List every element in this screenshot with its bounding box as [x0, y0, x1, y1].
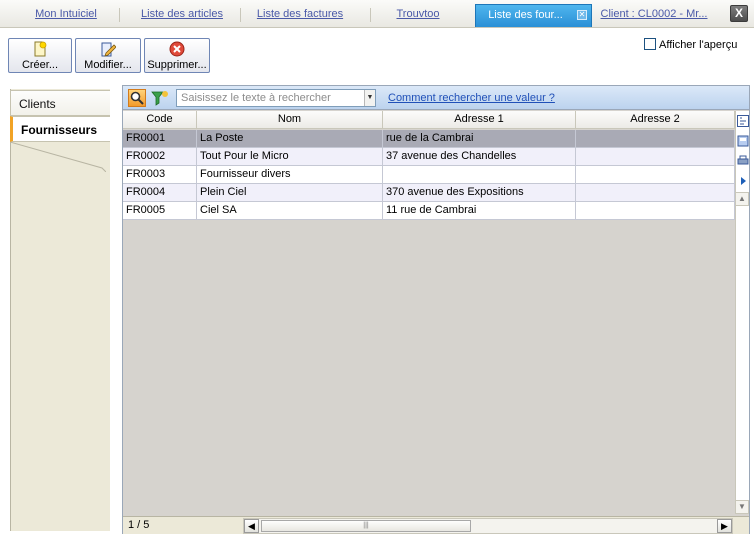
column-header-adresse1[interactable]: Adresse 1 — [383, 111, 576, 129]
cell-code: FR0001 — [123, 130, 197, 148]
delete-label: Supprimer... — [147, 59, 207, 71]
scroll-thumb[interactable]: ||| — [261, 520, 471, 532]
filter-icon[interactable] — [151, 89, 169, 107]
search-input[interactable] — [176, 89, 376, 107]
new-document-icon — [34, 41, 47, 57]
tab-liste-des-fournisseurs[interactable]: Liste des four... ✕ — [475, 4, 592, 27]
cell-nom: La Poste — [197, 130, 383, 148]
cell-code: FR0004 — [123, 184, 197, 202]
modify-label: Modifier... — [84, 59, 132, 71]
tab-trouvtoo[interactable]: Trouvtoo — [388, 5, 448, 26]
suppliers-grid: ▼ Comment rechercher une valeur ? Code N… — [122, 85, 750, 534]
cell-code: FR0002 — [123, 148, 197, 166]
cell-nom: Fournisseur divers — [197, 166, 383, 184]
tab-strip: Mon Intuiciel Liste des articles Liste d… — [0, 0, 754, 28]
scroll-left-button[interactable]: ◀ — [244, 519, 259, 533]
table-row[interactable]: FR0005 Ciel SA 11 rue de Cambrai — [123, 202, 735, 220]
cell-adresse1: 11 rue de Cambrai — [383, 202, 576, 220]
search-help-link[interactable]: Comment rechercher une valeur ? — [388, 92, 555, 104]
tab-separator — [119, 8, 120, 22]
show-preview-label: Afficher l'aperçu — [659, 39, 738, 51]
record-counter: 1 / 5 — [128, 519, 150, 531]
export-icon[interactable] — [737, 135, 749, 147]
grid-status-bar: 1 / 5 ◀ ||| ▶ — [123, 516, 749, 534]
cell-nom: Tout Pour le Micro — [197, 148, 383, 166]
cell-adresse1: 370 avenue des Expositions — [383, 184, 576, 202]
window-close-button[interactable]: X — [730, 5, 748, 22]
side-tab-clients[interactable]: Clients — [10, 90, 110, 116]
modify-button[interactable]: Modifier... — [75, 38, 141, 73]
cell-adresse1: 37 avenue des Chandelles — [383, 148, 576, 166]
cell-adresse1: rue de la Cambrai — [383, 130, 576, 148]
column-header-adresse2[interactable]: Adresse 2 — [576, 111, 735, 129]
search-dropdown-arrow-icon[interactable]: ▼ — [364, 90, 375, 106]
cell-code: FR0005 — [123, 202, 197, 220]
column-header-code[interactable]: Code — [123, 111, 197, 129]
cell-adresse2 — [576, 130, 735, 148]
cell-adresse2 — [576, 202, 735, 220]
cell-adresse1 — [383, 166, 576, 184]
arrow-right-icon[interactable] — [737, 175, 749, 187]
table-row[interactable]: FR0002 Tout Pour le Micro 37 avenue des … — [123, 148, 735, 166]
show-preview-checkbox[interactable]: Afficher l'aperçu — [644, 38, 737, 51]
cell-code: FR0003 — [123, 166, 197, 184]
cell-adresse2 — [576, 184, 735, 202]
edit-document-icon — [101, 42, 116, 57]
tab-mon-intuiciel[interactable]: Mon Intuiciel — [28, 5, 104, 26]
column-settings-icon[interactable] — [737, 115, 749, 127]
tab-separator — [370, 8, 371, 22]
tab-liste-des-factures[interactable]: Liste des factures — [250, 5, 350, 26]
print-icon[interactable] — [737, 155, 749, 167]
create-label: Créer... — [21, 59, 59, 71]
cell-nom: Plein Ciel — [197, 184, 383, 202]
tab-label: Liste des four... — [488, 9, 563, 21]
tab-liste-des-articles[interactable]: Liste des articles — [133, 5, 231, 26]
tab-client-cl0002[interactable]: Client : CL0002 - Mr... — [596, 5, 712, 26]
table-row[interactable]: FR0003 Fournisseur divers — [123, 166, 735, 184]
scroll-up-button[interactable]: ▲ — [735, 192, 749, 206]
cell-nom: Ciel SA — [197, 202, 383, 220]
side-tab-fournisseurs[interactable]: Fournisseurs — [10, 116, 110, 142]
delete-icon — [169, 41, 185, 57]
create-button[interactable]: Créer... — [8, 38, 72, 73]
search-button[interactable] — [128, 89, 146, 107]
checkbox-box[interactable] — [644, 38, 656, 50]
side-tab-divider — [10, 142, 106, 172]
scroll-down-button[interactable]: ▼ — [735, 500, 749, 514]
cell-adresse2 — [576, 166, 735, 184]
search-bar: ▼ Comment rechercher une valeur ? — [123, 86, 749, 110]
tab-close-icon[interactable]: ✕ — [577, 10, 587, 20]
grid-side-toolbar — [735, 111, 749, 511]
cell-adresse2 — [576, 148, 735, 166]
column-header-nom[interactable]: Nom — [197, 111, 383, 129]
magnifier-icon — [130, 91, 144, 105]
horizontal-scrollbar[interactable]: ◀ ||| ▶ — [243, 518, 733, 534]
table-row[interactable]: FR0004 Plein Ciel 370 avenue des Exposit… — [123, 184, 735, 202]
table-row[interactable]: FR0001 La Poste rue de la Cambrai — [123, 130, 735, 148]
tab-separator — [240, 8, 241, 22]
delete-button[interactable]: Supprimer... — [144, 38, 210, 73]
scroll-right-button[interactable]: ▶ — [717, 519, 732, 533]
